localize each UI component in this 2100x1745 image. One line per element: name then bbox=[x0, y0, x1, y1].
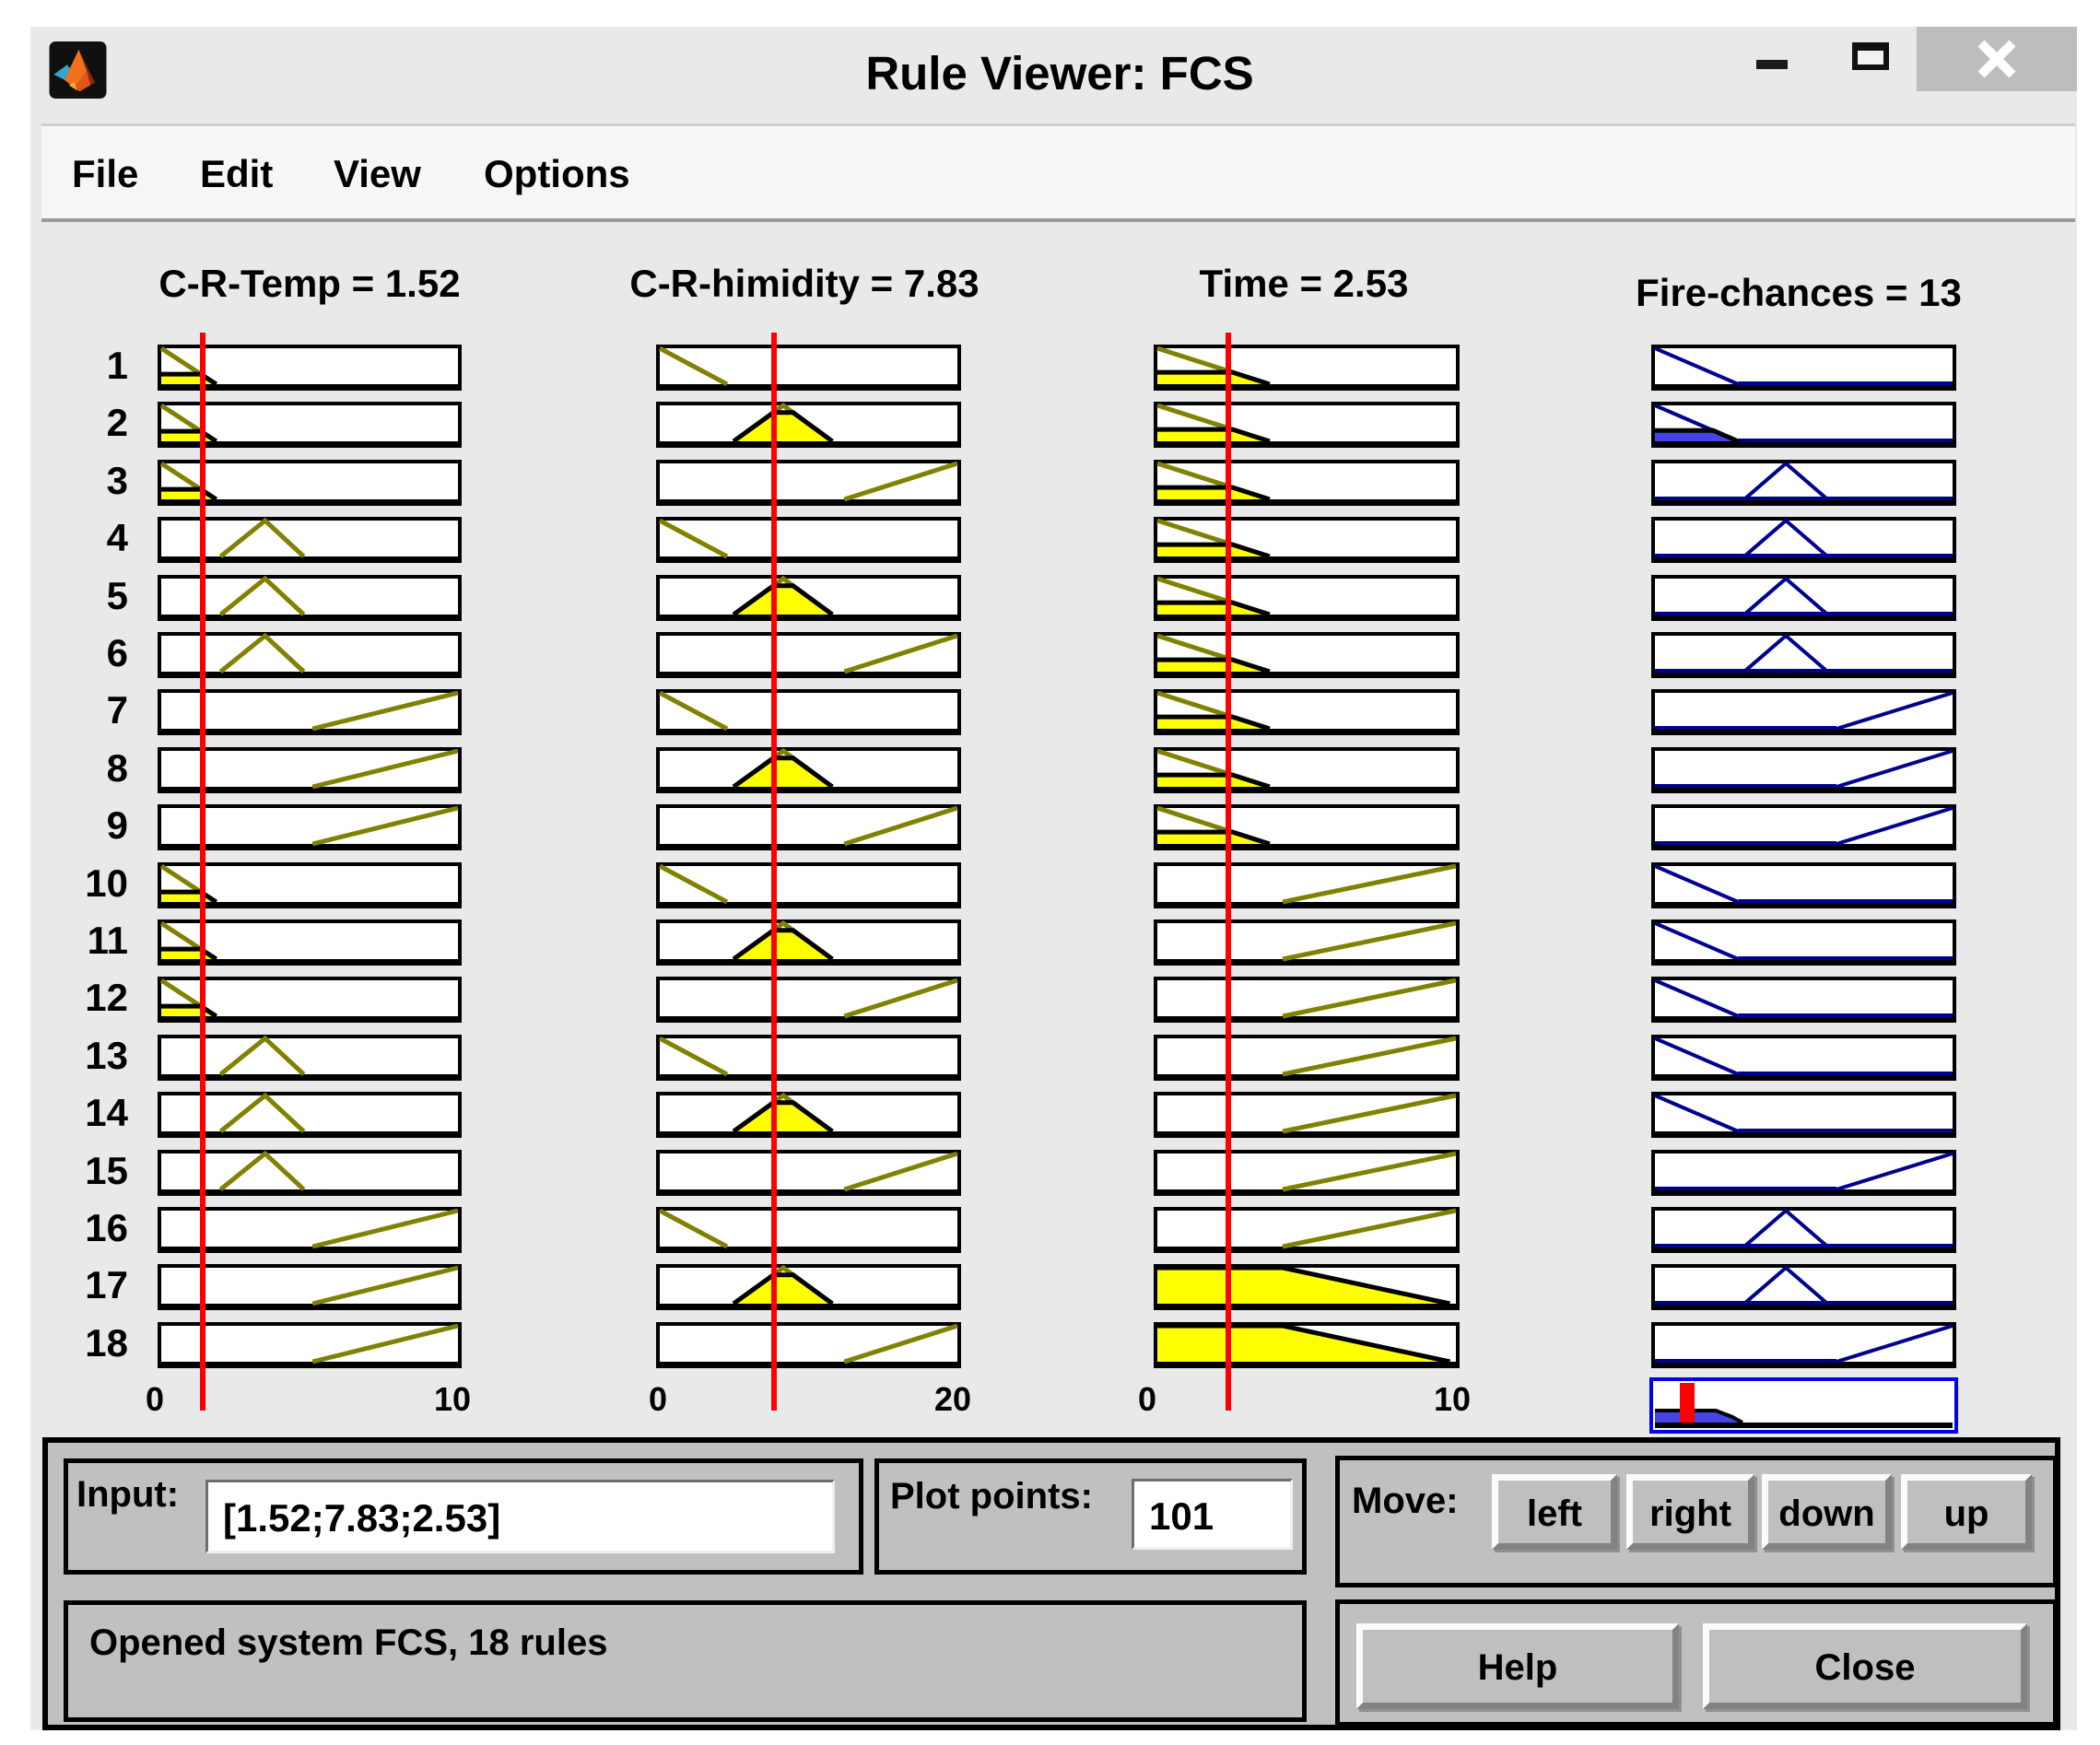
svg-text:5: 5 bbox=[107, 574, 128, 617]
svg-text:Fire-chances = 13: Fire-chances = 13 bbox=[1636, 271, 1962, 314]
svg-text:C-R-himidity = 7.83: C-R-himidity = 7.83 bbox=[629, 262, 979, 305]
svg-text:0: 0 bbox=[1138, 1380, 1156, 1418]
svg-text:6: 6 bbox=[107, 631, 128, 674]
svg-text:11: 11 bbox=[88, 919, 128, 962]
svg-text:0: 0 bbox=[146, 1380, 164, 1418]
svg-text:10: 10 bbox=[1434, 1380, 1471, 1418]
svg-text:10: 10 bbox=[85, 861, 128, 905]
svg-text:7: 7 bbox=[107, 688, 128, 732]
svg-text:1: 1 bbox=[107, 344, 128, 387]
svg-text:0: 0 bbox=[649, 1380, 667, 1418]
svg-text:4: 4 bbox=[107, 516, 129, 559]
svg-text:3: 3 bbox=[107, 459, 128, 502]
svg-text:20: 20 bbox=[934, 1380, 971, 1418]
svg-text:17: 17 bbox=[85, 1263, 128, 1306]
svg-text:12: 12 bbox=[85, 976, 128, 1019]
svg-text:Time = 2.53: Time = 2.53 bbox=[1200, 262, 1409, 305]
svg-text:18: 18 bbox=[85, 1321, 128, 1364]
svg-text:8: 8 bbox=[107, 746, 128, 790]
svg-text:13: 13 bbox=[85, 1034, 128, 1077]
svg-text:15: 15 bbox=[85, 1149, 128, 1192]
svg-text:9: 9 bbox=[107, 803, 128, 847]
svg-text:2: 2 bbox=[107, 401, 128, 444]
svg-text:10: 10 bbox=[434, 1380, 471, 1418]
svg-text:16: 16 bbox=[85, 1206, 128, 1249]
svg-text:14: 14 bbox=[85, 1091, 128, 1134]
svg-text:C-R-Temp = 1.52: C-R-Temp = 1.52 bbox=[158, 262, 460, 305]
